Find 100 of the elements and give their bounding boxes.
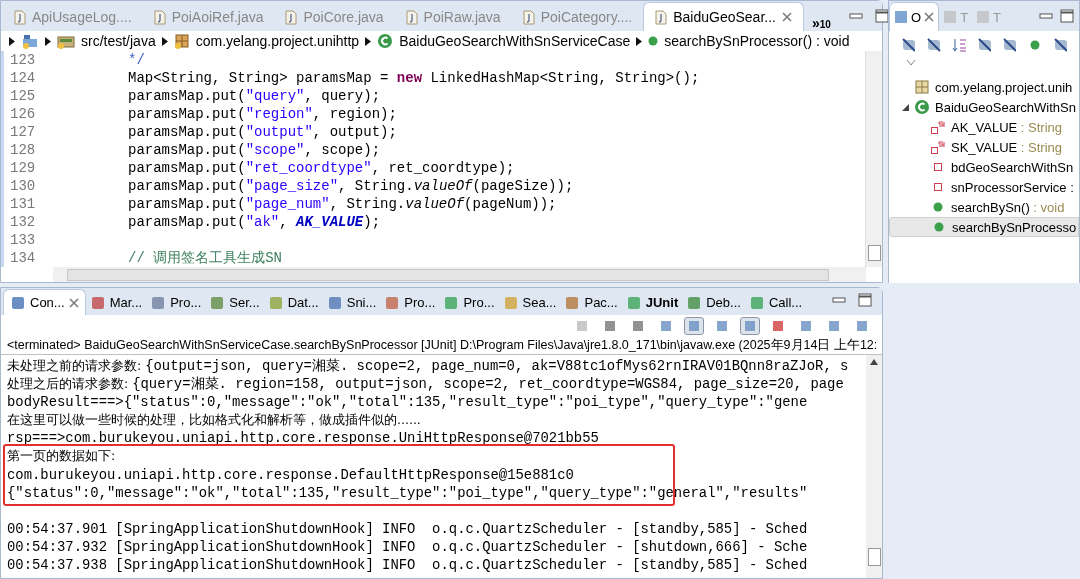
- line-number: 124: [1, 69, 47, 87]
- code-line: paramsMap.put("page_size", String.valueOf(pageSize));: [127, 177, 574, 195]
- hide-static-icon[interactable]: [1002, 37, 1017, 53]
- view-tab[interactable]: Sni...: [322, 290, 381, 315]
- line-number: 134: [1, 249, 47, 267]
- view-tab[interactable]: Mar...: [85, 290, 147, 315]
- console-line: bodyResult===>{"status":0,"message":"ok","total":135,"result_type":"poi_type","query_type":"gene: [7, 393, 809, 412]
- code-line: Map<String, String> paramsMap = new LinkedHashMap<String, String>();: [127, 69, 700, 87]
- triangle-icon: [9, 36, 15, 46]
- editor-tab[interactable]: BaiduGeoSear...: [643, 2, 804, 31]
- collapse-icon[interactable]: [905, 59, 917, 67]
- view-tab[interactable]: Pro...: [380, 290, 440, 315]
- console-line: 00:54:37.901 [SpringApplicationShutdownHook] INFO o.q.c.QuartzScheduler - [standby,585] - Sched: [7, 519, 809, 538]
- code-line: paramsMap.put("ak", AK_VALUE);: [127, 213, 381, 231]
- line-number: 131: [1, 195, 47, 213]
- view-tab[interactable]: Con...: [3, 289, 86, 315]
- line-number: 132: [1, 213, 47, 231]
- source-folder-icon[interactable]: [57, 33, 75, 49]
- line-number: 127: [1, 123, 47, 141]
- breadcrumb-item[interactable]: BaiduGeoSearchWithSnServiceCase: [399, 33, 631, 49]
- process-status: <terminated> BaiduGeoSearchWithSnServiceCase.searchBySnProcessor [JUnit] D:\Program Files\Java\jre1.8.0_171\bin\javaw.exe (2025年9月14日 上午12:: [1, 336, 882, 355]
- line-number: 126: [1, 105, 47, 123]
- code-line: */: [127, 51, 145, 69]
- code-line: paramsMap.put("region", region);: [127, 105, 397, 123]
- private-field-icon: [934, 163, 942, 171]
- console-line: 00:54:37.932 [SpringApplicationShutdownHook] INFO o.q.c.QuartzScheduler - [shutdown,666] - Sche: [7, 537, 809, 557]
- code-line: paramsMap.put("query", query);: [127, 87, 381, 105]
- outline-item[interactable]: com.yelang.project.unih: [889, 77, 1079, 97]
- console-line: 处理之后的请求参数: {query=湘菜. region=158, output=json, scope=2, ret_coordtype=WGS84, page_size=20, page: [7, 375, 845, 394]
- minimize-icon[interactable]: [1039, 12, 1053, 20]
- console-line: 未处理之前的请求参数: {output=json, query=湘菜. scope=2, page_num=0, ak=V88tc1ofMys62rnIRAV01BQnn8raZJoR, s: [7, 357, 850, 376]
- view-tab[interactable]: Ser...: [205, 290, 264, 315]
- hide-fields-icon[interactable]: [901, 37, 916, 53]
- java-file-icon: [285, 9, 298, 25]
- view-tab[interactable]: O: [889, 2, 940, 31]
- scroll-thumb[interactable]: [867, 548, 881, 566]
- line-number: 129: [1, 159, 47, 177]
- breadcrumb-item[interactable]: searchBySnProcessor() : void: [664, 33, 850, 49]
- minimize-icon[interactable]: [832, 296, 846, 304]
- hide-nonpublic-icon[interactable]: [976, 37, 992, 53]
- private-field-icon: [934, 183, 942, 191]
- outline-item[interactable]: snProcessorService :: [889, 177, 1079, 197]
- breadcrumb-item[interactable]: src/test/java: [81, 33, 156, 49]
- view-tab[interactable]: JUnit: [621, 290, 683, 315]
- code-line: paramsMap.put("scope", scope);: [127, 141, 381, 159]
- view-tab[interactable]: Dat...: [263, 290, 323, 315]
- view-tab[interactable]: Deb...: [682, 290, 745, 315]
- line-number: 123: [1, 51, 47, 69]
- close-icon[interactable]: [924, 12, 935, 22]
- hide-local-icon[interactable]: [1052, 37, 1067, 53]
- scroll-thumb[interactable]: [67, 268, 829, 281]
- outline-item[interactable]: SK_VALUE : String: [889, 137, 1079, 157]
- method-icon[interactable]: [648, 36, 659, 46]
- scrollbar[interactable]: [865, 51, 882, 267]
- scroll-up-icon[interactable]: [870, 359, 878, 365]
- triangle-icon: [365, 36, 372, 46]
- java-file-icon: [522, 9, 535, 25]
- scrollbar[interactable]: [53, 267, 866, 282]
- view-tab[interactable]: Call...: [744, 290, 807, 315]
- class-icon[interactable]: [377, 33, 394, 49]
- console-line: 第一页的数据如下:: [7, 447, 117, 466]
- line-number: 130: [1, 177, 47, 195]
- maximize-icon[interactable]: [874, 9, 889, 23]
- view-tab[interactable]: Pro...: [146, 290, 206, 315]
- code-line: paramsMap.put("ret_coordtype", ret_coordtype);: [127, 159, 515, 177]
- minimize-icon[interactable]: [848, 12, 863, 20]
- view-tab[interactable]: Pac...: [560, 290, 622, 315]
- outline-item[interactable]: searchBySn() : void: [889, 197, 1079, 217]
- outline-item[interactable]: BaiduGeoSearchWithSn: [889, 97, 1079, 117]
- code-line: paramsMap.put("output", output);: [127, 123, 397, 141]
- class-icon: [914, 99, 930, 115]
- scroll-thumb[interactable]: [867, 245, 881, 261]
- outline-item[interactable]: searchBySnProcesso: [889, 217, 1079, 237]
- line-number: 125: [1, 87, 47, 105]
- java-file-icon: [405, 9, 418, 25]
- view-tab[interactable]: Pro...: [439, 290, 499, 315]
- maximize-icon[interactable]: [1060, 9, 1074, 23]
- static-field-icon: [931, 120, 945, 134]
- breadcrumb-item[interactable]: com.yelang.project.unihttp: [195, 33, 360, 49]
- triangle-icon: [45, 36, 51, 46]
- outline-item[interactable]: bdGeoSearchWithSn: [889, 157, 1079, 177]
- triangle-icon: [636, 36, 643, 46]
- sort-icon[interactable]: [951, 37, 966, 53]
- scrollbar[interactable]: [866, 355, 882, 578]
- maximize-icon[interactable]: [858, 293, 872, 307]
- code-line: // 调用签名工具生成SN: [127, 249, 282, 267]
- console-line: 00:54:37.938 [SpringApplicationShutdownHook] INFO o.q.c.QuartzScheduler - [standby,585] - Sched: [7, 556, 809, 575]
- console-line: rsp===>com.burukeyou.uniapi.http.core.response.UniHttpResponse@7021bb55: [7, 429, 600, 448]
- close-icon[interactable]: [68, 297, 79, 308]
- java-file-icon: [153, 9, 166, 25]
- console-line: com.burukeyou.uniapi.http.core.response.DefaultHttpResponse@15e881c0: [7, 465, 575, 484]
- expanded-icon[interactable]: [901, 103, 909, 111]
- close-icon[interactable]: [781, 12, 792, 22]
- code-line: paramsMap.put("page_num", String.valueOf(pageNum));: [127, 195, 557, 213]
- view-tab[interactable]: Sea...: [498, 290, 561, 315]
- line-number: 128: [1, 141, 47, 159]
- java-file-icon: [655, 9, 668, 25]
- line-number: 133: [1, 231, 47, 249]
- outline-item[interactable]: AK_VALUE : String: [889, 117, 1079, 137]
- project-icon[interactable]: [21, 33, 39, 49]
